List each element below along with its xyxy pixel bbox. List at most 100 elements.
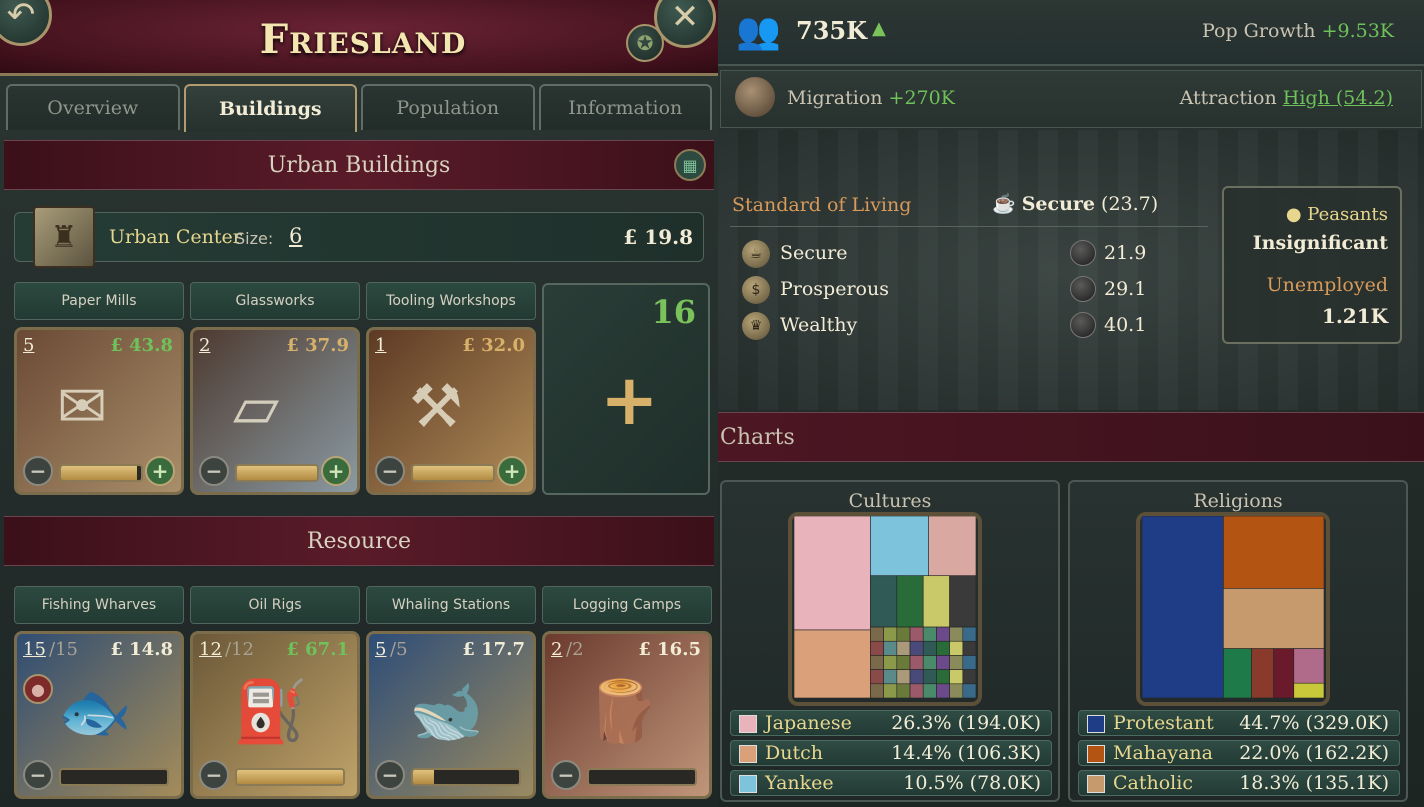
owner-avatar-icon[interactable]: ● xyxy=(23,674,53,704)
treemap-tile-other[interactable] xyxy=(922,626,937,642)
building-image[interactable]: 5/5 £ 17.7 🐋 − xyxy=(366,631,536,799)
downsize-button[interactable]: − xyxy=(199,456,229,486)
treemap-tile-other[interactable] xyxy=(962,655,976,670)
treemap-tile-other[interactable] xyxy=(883,683,898,698)
treemap-tile-other[interactable] xyxy=(922,655,937,670)
building-card[interactable]: Whaling Stations 5/5 £ 17.7 🐋 − xyxy=(366,586,536,799)
back-arrow-icon[interactable]: ↶ xyxy=(0,0,52,46)
building-level[interactable]: 12 xyxy=(199,639,222,660)
building-image[interactable]: 1 £ 32.0 ⚒ − + xyxy=(366,327,536,495)
attraction-value[interactable]: High (54.2) xyxy=(1283,87,1393,109)
treemap-tile-other[interactable] xyxy=(936,640,950,656)
treemap-tile-other[interactable] xyxy=(870,626,884,642)
treemap-tile-other[interactable] xyxy=(962,640,976,656)
treemap-tile-other[interactable] xyxy=(922,640,937,656)
building-image[interactable]: 12/12 £ 67.1 ⛽ − xyxy=(190,631,360,799)
treemap-tile-other[interactable] xyxy=(896,669,911,685)
treemap-tile-mahayana[interactable] xyxy=(1223,516,1324,589)
tab-buildings[interactable]: Buildings xyxy=(183,84,357,132)
treemap-tile-other[interactable] xyxy=(949,575,976,628)
treemap-tile-other[interactable] xyxy=(883,669,898,685)
treemap-tile-other[interactable] xyxy=(870,640,884,656)
treemap-tile-dutch[interactable] xyxy=(794,629,871,698)
treemap-tile-other[interactable] xyxy=(883,655,898,670)
treemap-tile-other[interactable] xyxy=(922,683,937,698)
treemap-tile-other[interactable] xyxy=(936,669,950,685)
downsize-button[interactable]: − xyxy=(23,456,53,486)
treemap-tile-other[interactable] xyxy=(883,626,898,642)
building-level[interactable]: 2 xyxy=(551,639,562,660)
grid-icon[interactable]: ▦ xyxy=(674,149,706,181)
tab-information[interactable]: Information xyxy=(538,84,712,130)
building-level[interactable]: 15 xyxy=(23,639,46,660)
treemap-tile-other[interactable] xyxy=(870,669,884,685)
building-image[interactable]: 5 £ 43.8 ✉ − + xyxy=(14,327,184,495)
treemap-tile-other[interactable] xyxy=(909,640,924,656)
building-card[interactable]: Glassworks 2 £ 37.9 ▱ − + xyxy=(190,282,360,495)
treemap-tile-other[interactable] xyxy=(936,683,950,698)
treemap-tile-other[interactable] xyxy=(1293,682,1324,698)
treemap-tile-other[interactable] xyxy=(896,655,911,670)
building-level[interactable]: 5 xyxy=(23,335,34,356)
cultures-chart[interactable]: Cultures Japanese 26.3% (194.0K) Dutch 1… xyxy=(720,480,1060,802)
legend-item[interactable]: Dutch 14.4% (106.3K) xyxy=(730,740,1052,766)
treemap-tile-other[interactable] xyxy=(896,640,911,656)
building-image[interactable]: 2 £ 37.9 ▱ − + xyxy=(190,327,360,495)
downsize-button[interactable]: − xyxy=(23,760,53,790)
treemap-tile-other[interactable] xyxy=(949,669,964,685)
treemap-tile-other[interactable] xyxy=(896,575,924,628)
treemap-tile-other[interactable] xyxy=(896,683,911,698)
religions-chart[interactable]: Religions Protestant 44.7% (329.0K) Maha… xyxy=(1068,480,1408,802)
treemap-tile-other[interactable] xyxy=(949,683,964,698)
building-card[interactable]: Logging Camps 2/2 £ 16.5 🪵 − xyxy=(542,586,712,799)
treemap-tile-other[interactable] xyxy=(928,516,976,577)
treemap-tile-other[interactable] xyxy=(896,626,911,642)
building-card[interactable]: Oil Rigs 12/12 £ 67.1 ⛽ − xyxy=(190,586,360,799)
treemap-tile-other[interactable] xyxy=(962,626,976,642)
legend-item[interactable]: Yankee 10.5% (78.0K) xyxy=(730,770,1052,796)
treemap-tile-other[interactable] xyxy=(883,640,898,656)
treemap-tile-other[interactable] xyxy=(1251,648,1274,698)
treemap-tile-other[interactable] xyxy=(962,669,976,685)
building-level[interactable]: 2 xyxy=(199,335,210,356)
treemap-tile-other[interactable] xyxy=(1273,648,1295,698)
treemap-tile-other[interactable] xyxy=(922,575,950,628)
legend-item[interactable]: Mahayana 22.0% (162.2K) xyxy=(1078,740,1400,766)
treemap-tile-other[interactable] xyxy=(909,683,924,698)
building-level[interactable]: 5 xyxy=(375,639,386,660)
treemap-tile-other[interactable] xyxy=(949,655,964,670)
legend-item[interactable]: Protestant 44.7% (329.0K) xyxy=(1078,710,1400,736)
treemap-tile-other[interactable] xyxy=(870,683,884,698)
legend-item[interactable]: Japanese 26.3% (194.0K) xyxy=(730,710,1052,736)
add-building-button[interactable]: 16 + xyxy=(542,283,710,495)
downsize-button[interactable]: − xyxy=(551,760,581,790)
legend-item[interactable]: Catholic 18.3% (135.1K) xyxy=(1078,770,1400,796)
treemap-tile-other[interactable] xyxy=(949,640,964,656)
urban-center-row[interactable]: ♜ Urban Center Size: 6 £ 19.8 xyxy=(14,206,704,268)
expand-button[interactable]: + xyxy=(497,456,527,486)
treemap-tile-other[interactable] xyxy=(909,669,924,685)
treemap-tile-other[interactable] xyxy=(936,626,950,642)
building-level[interactable]: 1 xyxy=(375,335,386,356)
treemap-tile-other[interactable] xyxy=(909,626,924,642)
building-image[interactable]: 2/2 £ 16.5 🪵 − xyxy=(542,631,712,799)
treemap-tile-other[interactable] xyxy=(870,655,884,670)
treemap-tile-other[interactable] xyxy=(962,683,976,698)
building-card[interactable]: Fishing Wharves 15/15 £ 14.8 🐟 ● − xyxy=(14,586,184,799)
building-card[interactable]: Tooling Workshops 1 £ 32.0 ⚒ − + xyxy=(366,282,536,495)
expand-button[interactable]: + xyxy=(145,456,175,486)
treemap-tile-catholic[interactable] xyxy=(1223,588,1324,649)
treemap-tile-other[interactable] xyxy=(936,655,950,670)
treemap-tile-other[interactable] xyxy=(922,669,937,685)
expand-button[interactable]: + xyxy=(321,456,351,486)
treemap-tile-other[interactable] xyxy=(1223,648,1252,698)
treemap-tile-japanese[interactable] xyxy=(794,516,871,631)
building-card[interactable]: Paper Mills 5 £ 43.8 ✉ − + xyxy=(14,282,184,495)
downsize-button[interactable]: − xyxy=(375,456,405,486)
building-image[interactable]: 15/15 £ 14.8 🐟 ● − xyxy=(14,631,184,799)
tab-population[interactable]: Population xyxy=(361,84,535,130)
treemap-tile-protestant[interactable] xyxy=(1142,516,1224,698)
downsize-button[interactable]: − xyxy=(199,760,229,790)
treemap-tile-yankee[interactable] xyxy=(870,516,929,577)
treemap-tile-other[interactable] xyxy=(909,655,924,670)
